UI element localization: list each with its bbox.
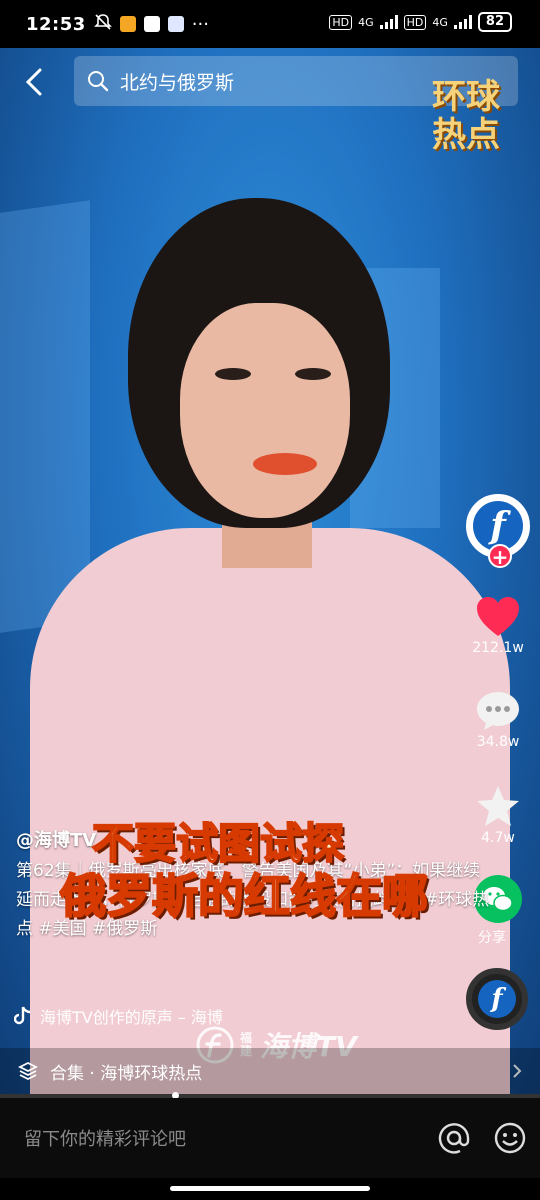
layers-icon <box>18 1061 38 1081</box>
video-subtitle-line2: 俄罗斯的红线在哪 <box>59 869 429 923</box>
back-button[interactable] <box>18 64 54 100</box>
haibo-logo-icon: f <box>478 980 516 1018</box>
music-row[interactable]: 海博TV创作的原声 – 海博 <box>14 1004 223 1028</box>
heart-icon <box>477 597 519 636</box>
program-logo-line2: 热点 <box>432 115 500 155</box>
app-notification-icon-3 <box>167 16 184 32</box>
author-avatar[interactable]: f + <box>466 494 530 568</box>
presenter-face <box>180 303 350 518</box>
like-button[interactable]: 212.1w <box>466 596 530 656</box>
mention-at-icon[interactable] <box>438 1122 470 1154</box>
search-icon <box>88 71 109 92</box>
comment-input-bar[interactable]: 留下你的精彩评论吧 <box>0 1098 540 1178</box>
comment-bubble-icon <box>477 692 519 730</box>
like-count: 212.1w <box>472 640 524 656</box>
presenter-eye-left <box>215 368 251 380</box>
signal-icon-2 <box>453 15 472 29</box>
action-rail: f + <box>466 494 530 568</box>
comment-input[interactable]: 留下你的精彩评论吧 <box>24 1125 186 1151</box>
home-indicator[interactable] <box>170 1186 370 1191</box>
music-disc[interactable]: f <box>466 968 528 1030</box>
chevron-right-icon <box>513 1064 522 1078</box>
presenter-eye-right <box>295 368 331 380</box>
more-notifications: ··· <box>191 13 209 35</box>
app-notification-icon <box>119 16 136 32</box>
signal-icon <box>379 15 398 29</box>
video-subtitle-line1: 不要试图试探 <box>91 818 345 869</box>
hd-badge: HD <box>329 14 353 30</box>
network-label-2: 4G <box>432 15 448 29</box>
emoji-icon[interactable] <box>494 1122 526 1154</box>
search-query: 北约与俄罗斯 <box>120 71 235 94</box>
program-logo: 环球 热点 <box>432 78 522 160</box>
collection-bar[interactable]: 合集 · 海博环球热点 <box>0 1048 540 1094</box>
chevron-left-icon <box>25 68 42 96</box>
hd-badge-2: HD <box>403 14 427 30</box>
network-label: 4G <box>358 15 374 29</box>
presenter-lips <box>253 453 317 475</box>
battery-indicator: 82 <box>477 12 512 32</box>
studio-background <box>0 200 90 636</box>
comment-button[interactable]: 34.8w <box>466 690 530 750</box>
comment-count: 34.8w <box>476 734 520 750</box>
app-notification-icon-2 <box>143 16 160 32</box>
status-time: 12:53 <box>26 13 86 35</box>
status-bar: 12:53 ··· HD 4G HD 4G 82 <box>0 0 540 48</box>
follow-plus-icon[interactable]: + <box>488 544 512 568</box>
program-logo-line1: 环球 <box>432 77 500 117</box>
collection-label: 合集 · 海博环球热点 <box>50 1063 203 1084</box>
star-icon <box>477 786 519 826</box>
mute-icon <box>93 13 112 36</box>
tiktok-note-icon <box>14 1006 31 1025</box>
